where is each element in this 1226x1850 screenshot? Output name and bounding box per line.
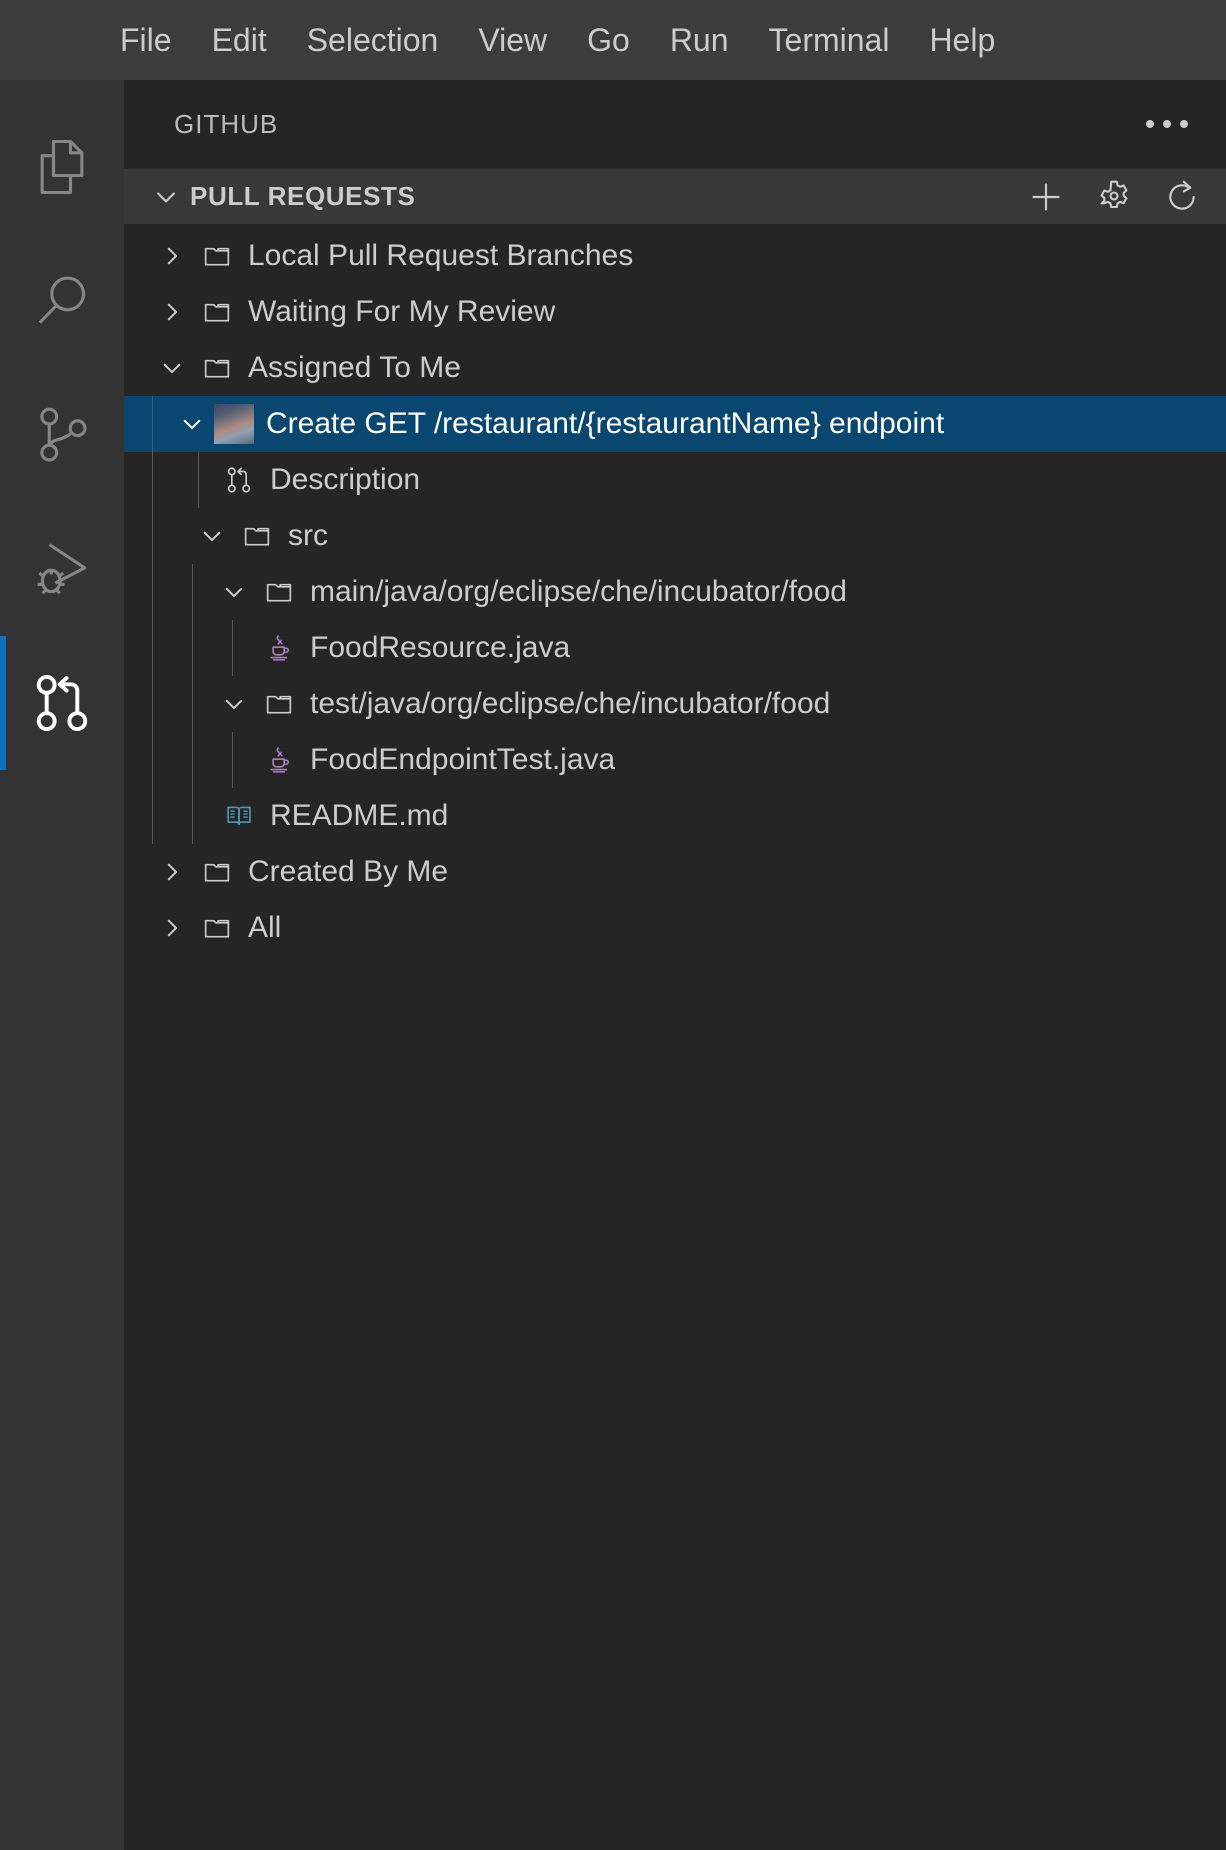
gear-icon[interactable] — [1092, 175, 1136, 219]
menu-item-terminal[interactable]: Terminal — [749, 16, 910, 64]
vscode-window: File Edit Selection View Go Run Terminal… — [0, 0, 1226, 1850]
avatar — [214, 404, 254, 444]
folder-icon — [256, 688, 302, 720]
activity-bar-item-explorer[interactable] — [0, 100, 124, 234]
menu-item-go[interactable]: Go — [567, 16, 650, 64]
tree-item-created-by-me[interactable]: Created By Me — [124, 844, 1226, 900]
more-dot — [1180, 120, 1188, 128]
section-header-pull-requests[interactable]: PULL REQUESTS — [124, 168, 1226, 224]
java-icon — [256, 744, 302, 776]
folder-icon — [256, 576, 302, 608]
chevron-down-icon — [152, 183, 180, 211]
menu-item-run[interactable]: Run — [650, 16, 749, 64]
chevron-down-icon[interactable] — [212, 579, 256, 605]
folder-icon — [194, 352, 240, 384]
folder-icon — [194, 296, 240, 328]
more-actions-icon[interactable] — [1136, 110, 1198, 138]
tree-item-label: FoodEndpointTest.java — [310, 745, 616, 775]
sidebar-header: GITHUB — [124, 80, 1226, 168]
sidebar: GITHUB PULL REQUESTS Local Pull Request … — [124, 80, 1226, 1850]
menu-item-selection[interactable]: Selection — [287, 16, 459, 64]
refresh-icon[interactable] — [1160, 175, 1204, 219]
tree-item-label: src — [288, 521, 328, 551]
tree-item-label: Waiting For My Review — [248, 297, 556, 327]
tree-item-label: Create GET /restaurant/{restaurantName} … — [266, 409, 945, 439]
section-title-pull-requests: PULL REQUESTS — [190, 181, 416, 211]
workbench-body: GITHUB PULL REQUESTS Local Pull Request … — [0, 80, 1226, 1850]
tree-item-main-java-path[interactable]: main/java/org/eclipse/che/incubator/food — [124, 564, 1226, 620]
markdown-icon — [216, 800, 262, 832]
tree-item-label: Description — [270, 465, 421, 495]
tree-item-description[interactable]: Description — [124, 452, 1226, 508]
tree-item-test-java-path[interactable]: test/java/org/eclipse/che/incubator/food — [124, 676, 1226, 732]
tree-item-food-resource-java[interactable]: FoodResource.java — [124, 620, 1226, 676]
tree-item-all[interactable]: All — [124, 900, 1226, 956]
tree-item-pull-request-create-get-restaurant-endpoint[interactable]: Create GET /restaurant/{restaurantName} … — [124, 396, 1226, 452]
plus-icon[interactable] — [1024, 175, 1068, 219]
run-and-debug-icon — [28, 535, 96, 603]
pull-requests-tree: Local Pull Request Branches Waiting For … — [124, 224, 1226, 1850]
menu-item-edit[interactable]: Edit — [192, 16, 287, 64]
activity-bar — [0, 80, 124, 1850]
chevron-down-icon[interactable] — [170, 411, 214, 437]
tree-item-food-endpoint-test-java[interactable]: FoodEndpointTest.java — [124, 732, 1226, 788]
tree-item-waiting-for-my-review[interactable]: Waiting For My Review — [124, 284, 1226, 340]
source-control-icon — [28, 401, 96, 469]
search-icon — [28, 267, 96, 335]
tree-item-label: All — [248, 913, 282, 943]
tree-item-readme-md[interactable]: README.md — [124, 788, 1226, 844]
activity-bar-item-github-pull-requests[interactable] — [0, 636, 124, 770]
tree-item-label: test/java/org/eclipse/che/incubator/food — [310, 689, 831, 719]
tree-item-label: main/java/org/eclipse/che/incubator/food — [310, 577, 847, 607]
tree-item-label: README.md — [270, 801, 449, 831]
menu-item-help[interactable]: Help — [909, 16, 1015, 64]
chevron-right-icon[interactable] — [150, 859, 194, 885]
activity-bar-item-run-and-debug[interactable] — [0, 502, 124, 636]
folder-icon — [194, 912, 240, 944]
folder-icon — [194, 240, 240, 272]
files-icon — [28, 133, 96, 201]
git-pull-request-icon — [28, 669, 96, 737]
tree-item-src[interactable]: src — [124, 508, 1226, 564]
menu-item-view[interactable]: View — [458, 16, 567, 64]
menu-item-file[interactable]: File — [100, 16, 192, 64]
section-actions — [1024, 175, 1204, 219]
tree-item-label: Created By Me — [248, 857, 449, 887]
sidebar-title-text: GITHUB — [174, 108, 279, 139]
tree-item-label: Assigned To Me — [248, 353, 461, 383]
folder-icon — [194, 856, 240, 888]
tree-item-label: Local Pull Request Branches — [248, 241, 634, 271]
more-dot — [1163, 120, 1171, 128]
java-icon — [256, 632, 302, 664]
activity-bar-item-source-control[interactable] — [0, 368, 124, 502]
git-pull-request-icon — [216, 464, 262, 496]
chevron-down-icon[interactable] — [150, 355, 194, 381]
chevron-right-icon[interactable] — [150, 915, 194, 941]
chevron-right-icon[interactable] — [150, 243, 194, 269]
tree-item-label: FoodResource.java — [310, 633, 571, 663]
tree-item-assigned-to-me[interactable]: Assigned To Me — [124, 340, 1226, 396]
chevron-down-icon[interactable] — [212, 691, 256, 717]
chevron-right-icon[interactable] — [150, 299, 194, 325]
menu-bar: File Edit Selection View Go Run Terminal… — [0, 0, 1226, 80]
activity-bar-item-search[interactable] — [0, 234, 124, 368]
more-dot — [1146, 120, 1154, 128]
chevron-down-icon[interactable] — [190, 523, 234, 549]
tree-item-local-pull-request-branches[interactable]: Local Pull Request Branches — [124, 228, 1226, 284]
folder-icon — [234, 520, 280, 552]
